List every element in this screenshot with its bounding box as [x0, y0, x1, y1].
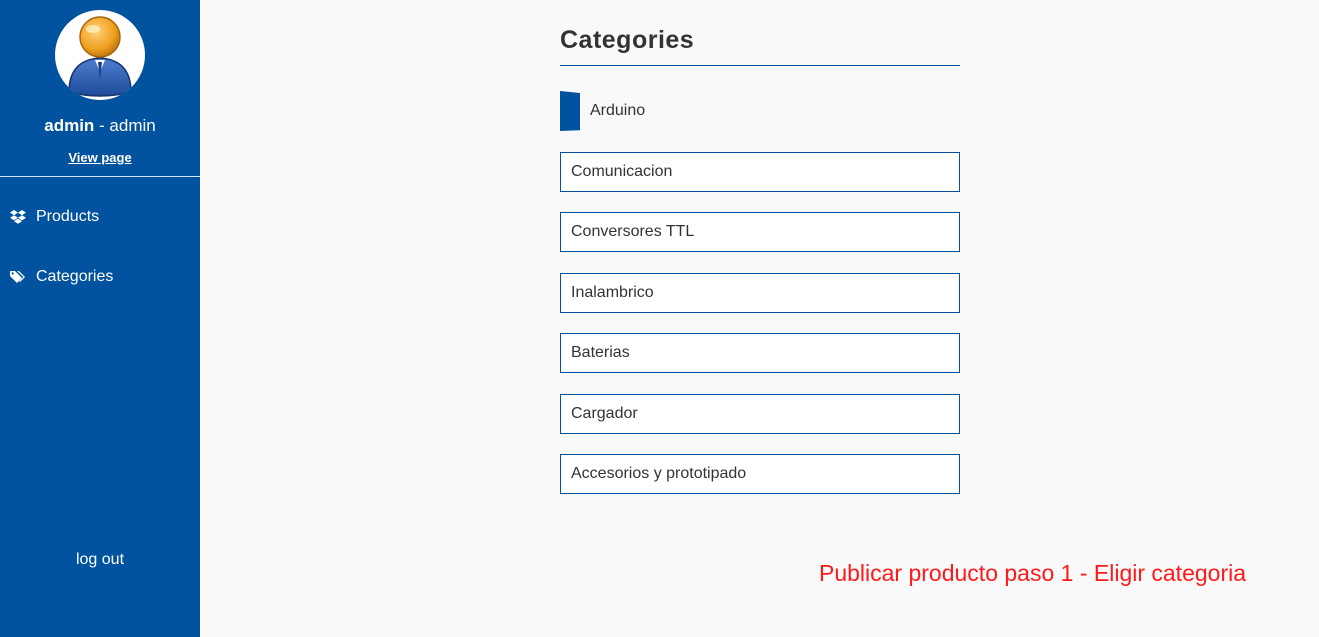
user-avatar-icon [68, 16, 132, 97]
category-item[interactable]: Accesorios y prototipado [560, 454, 960, 494]
category-item[interactable]: Conversores TTL [560, 212, 960, 252]
user-info: admin - admin [0, 116, 200, 136]
dropbox-icon [0, 210, 36, 224]
category-item[interactable]: Inalambrico [560, 273, 960, 313]
page-title: Categories [560, 26, 695, 54]
view-page-link[interactable]: View page [0, 150, 200, 165]
user-separator: - [94, 116, 110, 135]
user-avatar [55, 10, 145, 100]
username: admin [44, 116, 95, 135]
category-label: Arduino [590, 102, 646, 119]
sidebar-item-label: Products [36, 208, 100, 225]
category-item[interactable]: Cargador [560, 394, 960, 434]
selected-indicator [560, 91, 580, 131]
tags-icon [0, 270, 36, 284]
sidebar-divider [0, 176, 200, 177]
step-caption: Publicar producto paso 1 - Eligir catego… [819, 560, 1247, 586]
sidebar-item-products[interactable]: Products [0, 197, 200, 237]
sidebar: admin - admin View page Products Categor… [0, 0, 200, 637]
sidebar-item-label: Categories [36, 268, 114, 285]
category-item[interactable]: Comunicacion [560, 152, 960, 192]
user-role: admin [109, 116, 156, 135]
title-underline [560, 65, 960, 66]
sidebar-item-categories[interactable]: Categories [0, 257, 200, 297]
category-item[interactable]: Baterias [560, 333, 960, 373]
category-item-selected[interactable]: Arduino [560, 91, 645, 131]
logout-link[interactable]: log out [0, 551, 200, 569]
